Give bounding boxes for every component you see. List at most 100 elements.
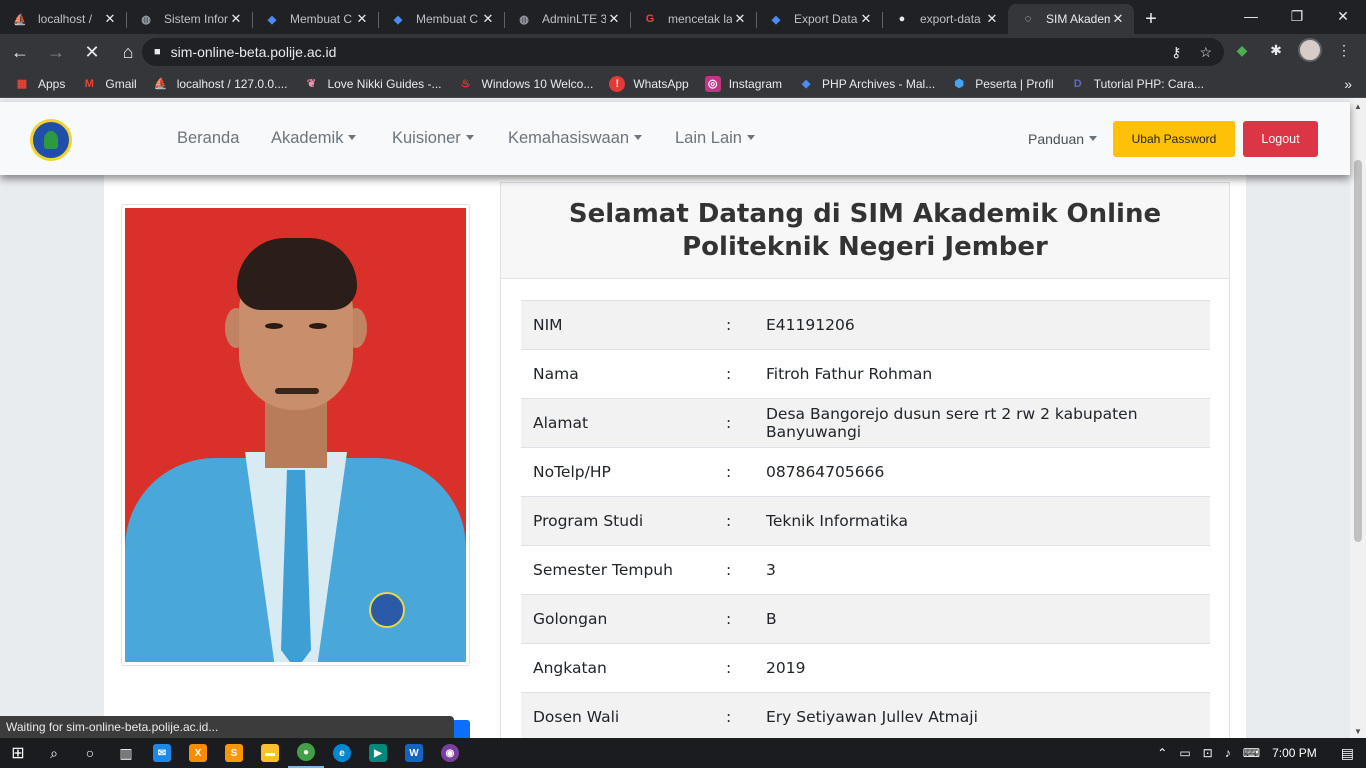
close-tab-icon[interactable]: ✕ — [858, 11, 874, 27]
more-bookmarks-icon[interactable]: » — [1344, 76, 1352, 92]
browser-tab[interactable]: ◍ Sistem Infor ✕ — [126, 4, 252, 34]
browser-tab-strip: ⛵ localhost / ✕ ◍ Sistem Infor ✕ ◆ Membuat C ✕… — [0, 0, 1366, 34]
extension-icon[interactable]: ◆ — [1230, 38, 1254, 62]
keyboard-icon[interactable]: ⌨ — [1243, 746, 1260, 760]
bookmarks-bar: ▦ Apps M Gmail ⛵ localhost / 127.0.0.... ❦ L… — [0, 70, 1366, 98]
bookmark-whatsapp[interactable]: ! WhatsApp — [609, 75, 689, 92]
chevron-up-icon[interactable]: ⌃ — [1157, 746, 1167, 760]
browser-tab-active[interactable]: ◌ SIM Akadem ✕ — [1008, 4, 1134, 34]
key-icon[interactable]: ⚷ — [1171, 44, 1181, 61]
institution-name: Politeknik Negeri Jember — [682, 231, 1048, 262]
bookmark-gmail[interactable]: M Gmail — [81, 76, 137, 92]
bookmark-love-nikki[interactable]: ❦ Love Nikki Guides -... — [303, 76, 442, 92]
browser-tab[interactable]: ◆ Membuat C ✕ — [378, 4, 504, 34]
edge-icon[interactable]: e — [324, 738, 360, 768]
chrome-taskbar-icon[interactable]: ● — [288, 738, 324, 768]
content-container: Selamat Datang di SIM Akademik Online Po… — [104, 174, 1246, 738]
browser-tab[interactable]: ◆ Export Data ✕ — [756, 4, 882, 34]
partial-blue-button[interactable] — [452, 720, 470, 738]
logout-button[interactable]: Logout — [1243, 121, 1318, 157]
field-value: 2019 — [766, 659, 806, 677]
close-tab-icon[interactable]: ✕ — [732, 11, 748, 27]
nav-kuisioner[interactable]: Kuisioner — [392, 129, 474, 148]
bookmark-instagram[interactable]: ◎ Instagram — [704, 75, 782, 92]
close-tab-icon[interactable]: ✕ — [480, 11, 496, 27]
bookmark-label: PHP Archives - Mal... — [822, 76, 936, 91]
field-label: Semester Tempuh — [533, 561, 673, 579]
star-icon[interactable]: ☆ — [1199, 44, 1212, 61]
puzzle-icon[interactable]: ✱ — [1264, 38, 1288, 62]
volume-icon[interactable]: ♪ — [1225, 746, 1231, 760]
stop-loading-icon[interactable]: ✕ — [76, 36, 108, 68]
bookmark-label: localhost / 127.0.0.... — [176, 76, 288, 91]
bookmark-label: Gmail — [105, 76, 137, 91]
bookmark-peserta[interactable]: ⬢ Peserta | Profil — [951, 76, 1053, 92]
ubah-password-button[interactable]: Ubah Password — [1113, 121, 1235, 157]
field-value: 3 — [766, 561, 776, 579]
instagram-icon: ◎ — [704, 75, 721, 92]
forward-icon[interactable]: → — [40, 36, 72, 68]
nav-lain-lain[interactable]: Lain Lain — [675, 129, 755, 148]
polije-logo[interactable] — [30, 119, 72, 161]
profile-avatar[interactable] — [1298, 38, 1322, 62]
task-view-icon[interactable]: ▥ — [108, 738, 144, 768]
panduan-dropdown[interactable]: Panduan — [1028, 131, 1097, 147]
close-tab-icon[interactable]: ✕ — [102, 11, 118, 27]
bookmark-localhost[interactable]: ⛵ localhost / 127.0.0.... — [153, 76, 288, 92]
page-viewport: Selamat Datang di SIM Akademik Online Po… — [0, 98, 1350, 738]
file-explorer-icon[interactable]: ▬ — [252, 738, 288, 768]
close-tab-icon[interactable]: ✕ — [1110, 11, 1126, 27]
bookmark-icon: ⬢ — [954, 78, 964, 90]
new-tab-button[interactable]: + — [1134, 4, 1168, 34]
sublime-icon[interactable]: S — [216, 738, 252, 768]
browser-tab[interactable]: ◆ Membuat C ✕ — [252, 4, 378, 34]
mail-app-icon[interactable]: ✉ — [144, 738, 180, 768]
student-info-card: Selamat Datang di SIM Akademik Online Po… — [500, 182, 1230, 738]
restore-icon[interactable]: ❐ — [1274, 0, 1320, 32]
bookmark-windows[interactable]: ♨ Windows 10 Welco... — [458, 76, 594, 92]
bookmark-label: Peserta | Profil — [975, 76, 1054, 91]
menu-dots-icon[interactable]: ⋮ — [1332, 38, 1356, 62]
bookmark-apps[interactable]: ▦ Apps — [14, 76, 66, 92]
clock-time[interactable]: 7:00 PM — [1272, 746, 1317, 760]
scroll-up-icon[interactable]: ▲ — [1350, 102, 1366, 111]
windows-start-icon[interactable]: ⊞ — [0, 738, 36, 768]
page-scrollbar[interactable]: ▲ ▼ — [1350, 98, 1366, 738]
back-icon[interactable]: ← — [4, 36, 36, 68]
nav-kemahasiswaan[interactable]: Kemahasiswaan — [508, 129, 642, 148]
cortana-icon[interactable]: ○ — [72, 738, 108, 768]
nav-akademik[interactable]: Akademik — [271, 129, 356, 148]
nav-beranda[interactable]: Beranda — [177, 129, 239, 148]
tab-title: Sistem Infor — [164, 12, 228, 26]
browser-tab[interactable]: ◍ AdminLTE 3 ✕ — [504, 4, 630, 34]
close-window-icon[interactable]: ✕ — [1320, 0, 1366, 32]
scrollbar-thumb[interactable] — [1354, 160, 1362, 542]
loading-icon: ◌ — [1024, 13, 1032, 25]
search-icon[interactable]: ⌕ — [36, 738, 72, 768]
battery-icon[interactable]: ▭ — [1179, 746, 1190, 760]
bookmark-tutorial-php[interactable]: D Tutorial PHP: Cara... — [1070, 76, 1204, 92]
media-player-icon[interactable]: ▶ — [360, 738, 396, 768]
bookmark-icon: ❦ — [306, 78, 317, 90]
scroll-down-icon[interactable]: ▼ — [1350, 727, 1366, 736]
word-icon[interactable]: W — [396, 738, 432, 768]
close-tab-icon[interactable]: ✕ — [228, 11, 244, 27]
table-row: NoTelp/HP: 087864705666 — [521, 447, 1210, 497]
minimize-icon[interactable]: — — [1228, 0, 1274, 32]
network-icon[interactable]: ⊡ — [1203, 746, 1213, 760]
browser-tab[interactable]: ● export-data ✕ — [882, 4, 1008, 34]
close-tab-icon[interactable]: ✕ — [984, 11, 1000, 27]
tab-title: Membuat C — [290, 12, 353, 26]
notification-icon[interactable]: ▤ — [1341, 745, 1354, 762]
xampp-icon[interactable]: X — [180, 738, 216, 768]
app-icon[interactable]: ◉ — [432, 738, 468, 768]
table-row: Program Studi: Teknik Informatika — [521, 496, 1210, 546]
bookmark-php-archives[interactable]: ◆ PHP Archives - Mal... — [798, 76, 935, 92]
browser-toolbar: ← → ✕ ⌂ ■ sim-online-beta.polije.ac.id ⚷… — [0, 34, 1366, 70]
browser-tab[interactable]: ⛵ localhost / ✕ — [0, 4, 126, 34]
close-tab-icon[interactable]: ✕ — [354, 11, 370, 27]
browser-tab[interactable]: Gmencetak la ✕ — [630, 4, 756, 34]
home-icon[interactable]: ⌂ — [112, 36, 144, 68]
address-bar[interactable]: ■ sim-online-beta.polije.ac.id ⚷ ☆ — [142, 38, 1224, 66]
close-tab-icon[interactable]: ✕ — [606, 11, 622, 27]
